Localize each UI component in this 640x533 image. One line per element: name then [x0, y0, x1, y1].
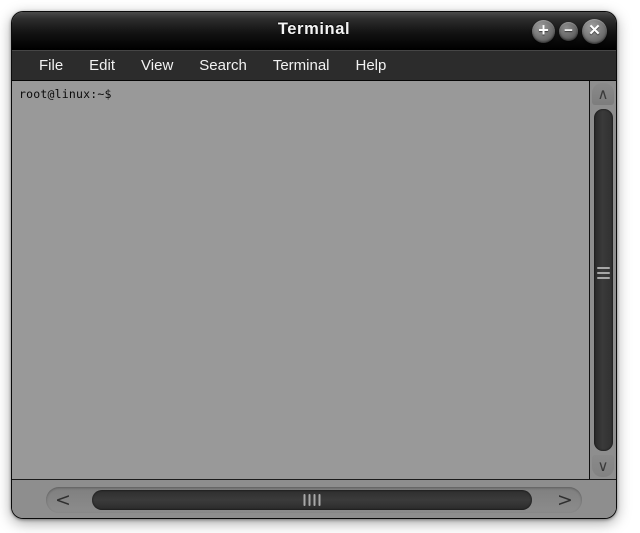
plus-icon: +: [538, 20, 549, 40]
scroll-up-button[interactable]: ∧: [592, 83, 614, 105]
scroll-down-button[interactable]: ∨: [592, 455, 614, 477]
grip-line: [596, 267, 610, 270]
chevron-left-icon: <: [55, 488, 71, 511]
grip-line: [308, 493, 311, 506]
vertical-scrollbar-thumb[interactable]: [593, 109, 613, 451]
terminal-prompt-line: root@linux:~$: [19, 87, 112, 101]
close-icon: ✕: [588, 22, 601, 39]
menu-item-view[interactable]: View: [128, 55, 186, 77]
menu-item-file[interactable]: File: [26, 55, 76, 77]
window-controls: + − ✕: [532, 12, 607, 50]
grip-line: [313, 493, 316, 506]
minimize-button[interactable]: −: [559, 21, 578, 41]
window-body: root@linux:~$ ∧ ∨ < >: [12, 81, 616, 518]
maximize-button[interactable]: +: [532, 19, 555, 43]
menu-item-terminal[interactable]: Terminal: [260, 55, 343, 77]
horizontal-scrollbar-track[interactable]: < >: [46, 486, 582, 513]
terminal-content-area: root@linux:~$ ∧ ∨: [12, 81, 616, 479]
chevron-right-icon: >: [557, 488, 573, 511]
menu-item-help[interactable]: Help: [343, 55, 400, 77]
grip-line: [303, 493, 306, 506]
scroll-left-button[interactable]: <: [46, 488, 80, 512]
terminal-screen[interactable]: root@linux:~$: [12, 81, 590, 479]
vertical-scrollbar[interactable]: ∧ ∨: [590, 81, 616, 479]
window-title: Terminal: [277, 20, 351, 38]
menu-item-search[interactable]: Search: [186, 55, 260, 77]
menu-item-edit[interactable]: Edit: [76, 55, 128, 77]
horizontal-scrollbar[interactable]: < >: [12, 479, 616, 518]
chevron-down-icon: ∨: [597, 457, 609, 475]
chevron-up-icon: ∧: [597, 85, 609, 103]
window-titlebar[interactable]: Terminal + − ✕: [12, 12, 616, 50]
menu-bar: File Edit View Search Terminal Help: [12, 50, 616, 81]
horizontal-thumb-grip: [303, 493, 321, 506]
grip-line: [596, 272, 610, 275]
vertical-thumb-grip: [596, 264, 610, 282]
horizontal-scrollbar-thumb[interactable]: [92, 489, 532, 510]
grip-line: [318, 493, 321, 506]
grip-line: [596, 277, 610, 280]
close-button[interactable]: ✕: [582, 18, 607, 44]
minus-icon: −: [564, 21, 573, 39]
terminal-window: Terminal + − ✕ File Edit View Search Ter…: [11, 11, 617, 519]
scroll-right-button[interactable]: >: [548, 488, 582, 512]
